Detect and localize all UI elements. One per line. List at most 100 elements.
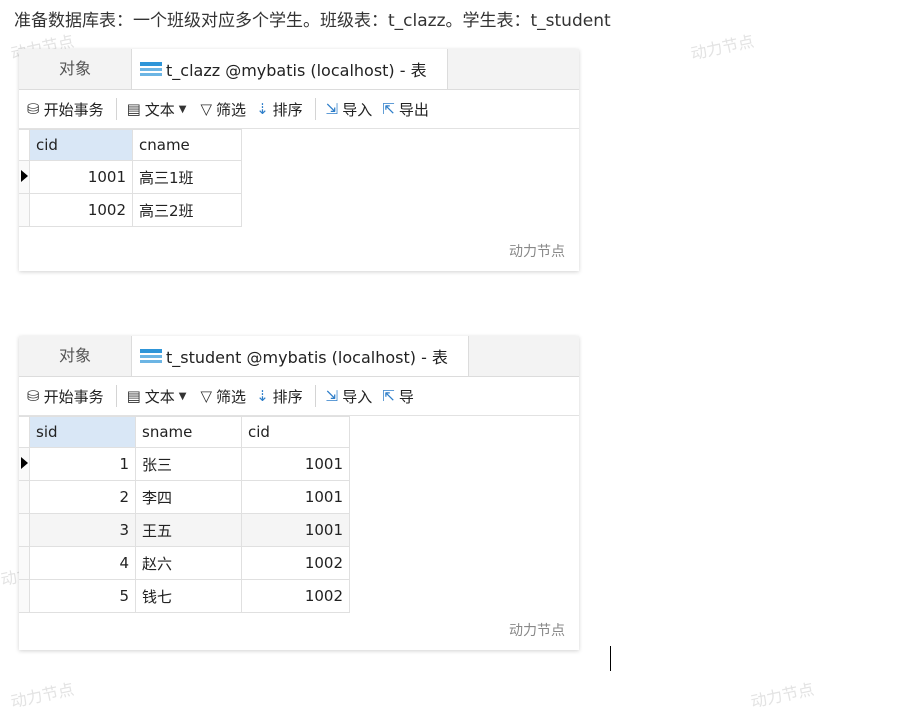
sort-label: 排序	[272, 387, 303, 406]
cell[interactable]: 高三2班	[132, 193, 242, 227]
export-button[interactable]: ⇱ 导出	[382, 99, 429, 120]
cell[interactable]: 5	[29, 579, 136, 613]
student-table-window: 对象 t_student @mybatis (localhost) - 表 ⛁ 开…	[19, 336, 579, 650]
table-row[interactable]: 2 李四 1001	[19, 480, 350, 514]
table-row[interactable]: 4 赵六 1002	[19, 546, 350, 580]
chevron-down-icon: ▼	[178, 103, 187, 115]
watermark: 动力节点	[689, 31, 756, 64]
filter-button[interactable]: ▽ 筛选	[201, 99, 247, 120]
table-icon	[140, 61, 162, 77]
divider	[115, 98, 117, 120]
filter-label: 筛选	[216, 100, 247, 119]
export-button[interactable]: ⇱ 导	[382, 386, 414, 407]
sort-button[interactable]: ⇣ 排序	[256, 386, 303, 407]
row-marker	[19, 513, 30, 547]
column-header-sname[interactable]: sname	[135, 416, 242, 448]
cell[interactable]: 王五	[135, 513, 242, 547]
toolbar: ⛁ 开始事务 ▤ 文本 ▼ ▽ 筛选 ⇣ 排序 ⇲ 导入 ⇱ 导出	[19, 90, 579, 129]
cell[interactable]: 2	[29, 480, 136, 514]
divider	[115, 385, 117, 407]
watermark: 动力节点	[9, 679, 76, 712]
cell[interactable]: 4	[29, 546, 136, 580]
text-cursor	[610, 646, 611, 671]
database-icon: ⛁	[27, 100, 40, 118]
intro-text: 准备数据库表：一个班级对应多个学生。班级表：t_clazz。学生表：t_stud…	[14, 11, 611, 31]
cell[interactable]: 高三1班	[132, 160, 242, 194]
row-marker	[19, 129, 30, 161]
row-marker	[19, 480, 30, 514]
tab-title: t_clazz @mybatis (localhost) - 表	[166, 61, 427, 80]
row-marker	[19, 546, 30, 580]
current-row-arrow-icon	[21, 170, 28, 182]
filter-label: 筛选	[216, 387, 247, 406]
watermark: 动力节点	[509, 623, 565, 639]
import-button[interactable]: ⇲ 导入	[326, 99, 373, 120]
toolbar: ⛁ 开始事务 ▤ 文本 ▼ ▽ 筛选 ⇣ 排序 ⇲ 导入 ⇱ 导	[19, 377, 579, 416]
cell[interactable]: 1001	[241, 480, 350, 514]
begin-transaction-label: 开始事务	[43, 100, 104, 119]
cell[interactable]: 1002	[29, 193, 133, 227]
filter-icon: ▽	[200, 100, 213, 118]
import-label: 导入	[342, 387, 373, 406]
import-icon: ⇲	[325, 100, 339, 118]
data-grid: sid sname cid 1 张三 1001 2 李四 1001 3 王五 1…	[19, 416, 350, 613]
sort-label: 排序	[272, 100, 303, 119]
watermark: 动力节点	[749, 679, 816, 712]
begin-transaction-label: 开始事务	[43, 387, 104, 406]
column-header-cid[interactable]: cid	[29, 129, 133, 161]
begin-transaction-button[interactable]: ⛁ 开始事务	[27, 99, 104, 120]
cell[interactable]: 1001	[241, 447, 350, 481]
cell[interactable]: 张三	[135, 447, 242, 481]
filter-button[interactable]: ▽ 筛选	[201, 386, 247, 407]
table-row[interactable]: 1 张三 1001	[19, 447, 350, 481]
sort-icon: ⇣	[256, 100, 269, 118]
text-label: 文本	[144, 100, 175, 119]
column-header-cid[interactable]: cid	[241, 416, 350, 448]
tab-objects[interactable]: 对象	[19, 336, 131, 376]
cell[interactable]: 赵六	[135, 546, 242, 580]
text-button[interactable]: ▤ 文本 ▼	[127, 386, 191, 407]
cell[interactable]: 钱七	[135, 579, 242, 613]
import-button[interactable]: ⇲ 导入	[326, 386, 373, 407]
export-label: 导出	[398, 100, 429, 119]
header-row: sid sname cid	[19, 416, 350, 448]
current-row-arrow-icon	[21, 457, 28, 469]
export-icon: ⇱	[382, 100, 395, 118]
divider	[314, 98, 316, 120]
import-icon: ⇲	[325, 387, 339, 405]
tab-objects[interactable]: 对象	[19, 49, 131, 89]
header-row: cid cname	[19, 129, 242, 161]
table-row[interactable]: 5 钱七 1002	[19, 579, 350, 613]
sort-button[interactable]: ⇣ 排序	[256, 99, 303, 120]
cell[interactable]: 3	[29, 513, 136, 547]
filter-icon: ▽	[200, 387, 213, 405]
sort-icon: ⇣	[256, 387, 269, 405]
cell[interactable]: 1002	[241, 546, 350, 580]
row-marker	[19, 160, 30, 194]
table-row[interactable]: 1002 高三2班	[19, 193, 242, 227]
table-icon	[140, 348, 162, 364]
text-button[interactable]: ▤ 文本 ▼	[127, 99, 191, 120]
watermark: 动力节点	[509, 244, 565, 260]
tab-t-clazz[interactable]: t_clazz @mybatis (localhost) - 表	[131, 49, 448, 89]
begin-transaction-button[interactable]: ⛁ 开始事务	[27, 386, 104, 407]
divider	[314, 385, 316, 407]
cell[interactable]: 1001	[29, 160, 133, 194]
tab-t-student[interactable]: t_student @mybatis (localhost) - 表	[131, 336, 469, 376]
cell[interactable]: 1002	[241, 579, 350, 613]
cell[interactable]: 李四	[135, 480, 242, 514]
table-row[interactable]: 3 王五 1001	[19, 513, 350, 547]
tab-bar: 对象 t_clazz @mybatis (localhost) - 表	[19, 49, 579, 90]
document-icon: ▤	[126, 387, 141, 405]
tab-title: t_student @mybatis (localhost) - 表	[166, 348, 448, 367]
row-marker	[19, 447, 30, 481]
cell[interactable]: 1001	[241, 513, 350, 547]
chevron-down-icon: ▼	[178, 390, 187, 402]
column-header-cname[interactable]: cname	[132, 129, 242, 161]
clazz-table-window: 对象 t_clazz @mybatis (localhost) - 表 ⛁ 开始事…	[19, 49, 579, 271]
tab-bar: 对象 t_student @mybatis (localhost) - 表	[19, 336, 579, 377]
text-label: 文本	[144, 387, 175, 406]
column-header-sid[interactable]: sid	[29, 416, 136, 448]
table-row[interactable]: 1001 高三1班	[19, 160, 242, 194]
cell[interactable]: 1	[29, 447, 136, 481]
